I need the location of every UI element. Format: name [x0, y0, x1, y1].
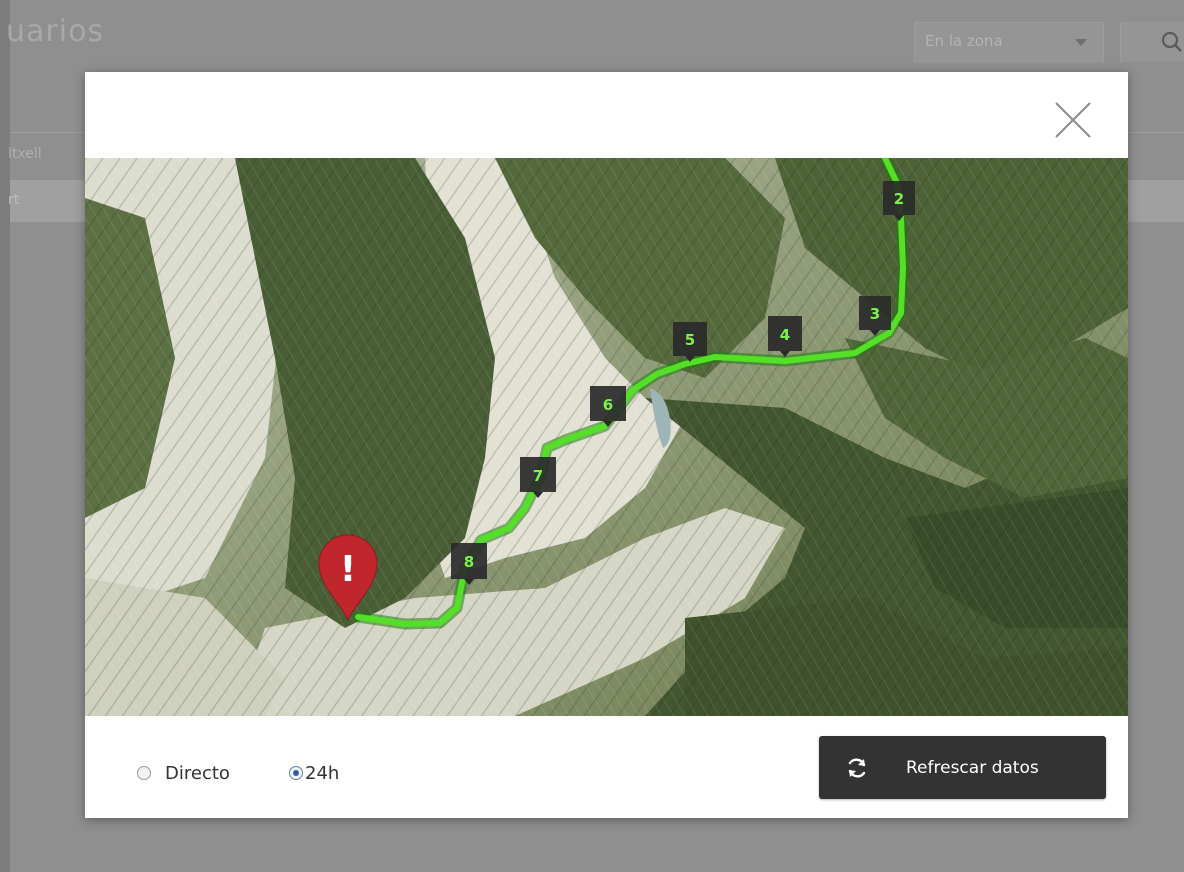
radio-24h-label[interactable]: 24h	[305, 763, 339, 784]
radio-24h[interactable]: 24h	[289, 762, 339, 784]
background-zone-select-value: En la zona	[925, 32, 1003, 50]
route-marker-3-label: 3	[870, 305, 880, 323]
route-marker-5-label: 5	[685, 331, 695, 349]
background-zone-select: En la zona	[914, 22, 1104, 62]
background-row-text: ltxell	[8, 146, 42, 162]
background-search-button	[1120, 22, 1184, 62]
radio-directo[interactable]: Directo	[137, 762, 230, 784]
route-marker-6[interactable]: 6	[590, 386, 626, 427]
close-x-icon	[1055, 102, 1091, 138]
radio-directo-label[interactable]: Directo	[165, 763, 230, 784]
route-marker-4-label: 4	[780, 326, 790, 344]
close-button[interactable]	[1053, 100, 1093, 140]
route-marker-2[interactable]: 2	[883, 181, 915, 221]
background-edge	[0, 0, 10, 872]
route-marker-6-label: 6	[603, 396, 613, 414]
modal-footer: Directo 24h Refrescar datos	[85, 716, 1128, 818]
satellite-map-image: 2 3 4 5 6 7 8 !	[85, 158, 1128, 716]
route-marker-5[interactable]: 5	[673, 322, 707, 362]
route-marker-2-label: 2	[894, 190, 904, 208]
route-modal: 2 3 4 5 6 7 8 ! Directo 24h Refrescar da…	[85, 72, 1128, 818]
chevron-down-icon	[1075, 39, 1087, 46]
route-marker-7[interactable]: 7	[520, 457, 556, 498]
background-page-title: uarios	[6, 14, 105, 49]
radio-directo-circle[interactable]	[137, 766, 151, 780]
search-icon	[1161, 31, 1182, 52]
route-map[interactable]: 2 3 4 5 6 7 8 !	[85, 158, 1128, 716]
radio-24h-circle[interactable]	[289, 766, 303, 780]
background-row-text-2: rt	[8, 192, 20, 208]
route-marker-3[interactable]: 3	[859, 296, 891, 336]
refresh-data-button[interactable]: Refrescar datos	[819, 736, 1106, 799]
alert-pin-symbol: !	[340, 549, 356, 590]
refresh-icon	[848, 758, 866, 778]
route-marker-8-label: 8	[464, 553, 474, 571]
refresh-data-button-label: Refrescar datos	[906, 758, 1039, 778]
route-marker-4[interactable]: 4	[768, 316, 802, 357]
route-marker-7-label: 7	[533, 467, 543, 485]
route-marker-8[interactable]: 8	[451, 543, 487, 585]
